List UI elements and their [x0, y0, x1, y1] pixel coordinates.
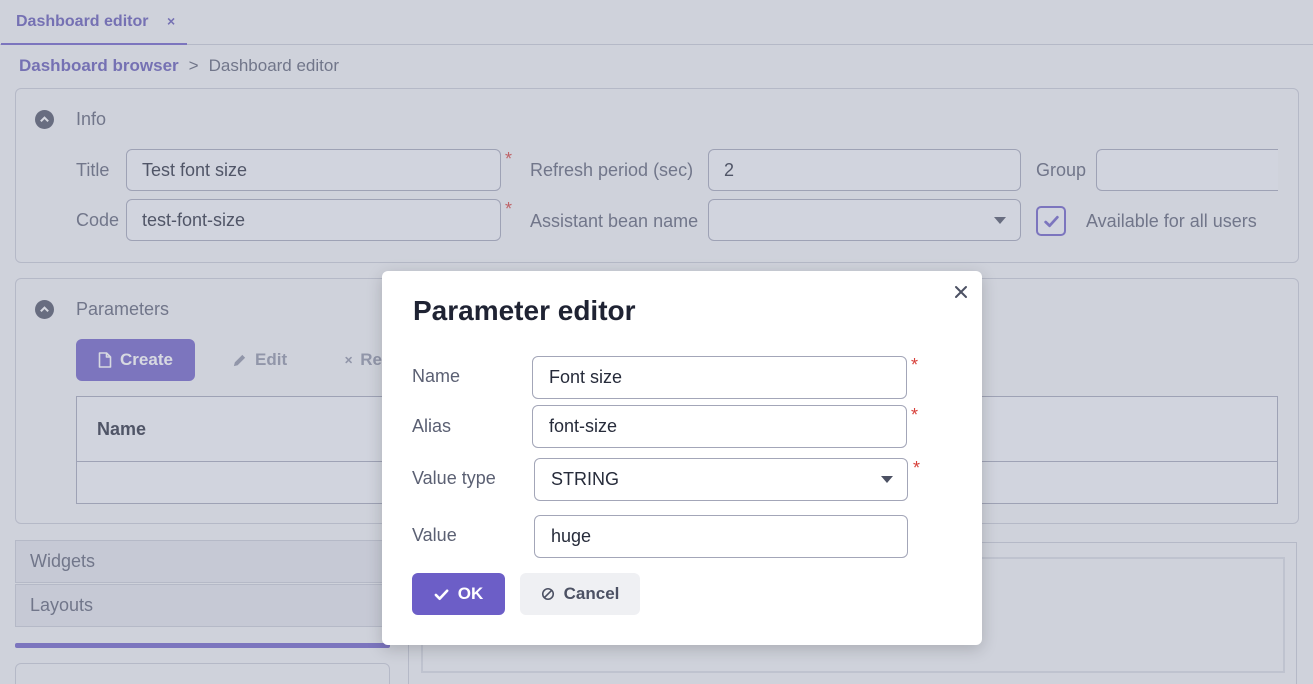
value-label: Value: [412, 525, 457, 545]
name-label: Name: [412, 366, 461, 386]
value-type-label: Value type: [412, 468, 496, 488]
cancel-button-label: Cancel: [563, 584, 620, 603]
name-value: Font size: [549, 367, 623, 387]
cancel-button[interactable]: Cancel: [520, 573, 640, 615]
value-value: huge: [551, 526, 592, 546]
value-type-value: STRING: [551, 469, 620, 489]
name-required-mark: *: [911, 355, 919, 375]
chevron-down-icon: [881, 476, 893, 483]
alias-label: Alias: [412, 416, 452, 436]
ok-button-label: OK: [457, 584, 484, 603]
ban-icon: [541, 587, 554, 601]
checkmark-icon: [434, 588, 449, 600]
alias-field[interactable]: font-size: [532, 405, 907, 448]
dialog-title: Parameter editor: [413, 295, 636, 326]
name-field[interactable]: Font size: [532, 356, 907, 399]
value-type-select[interactable]: STRING: [534, 458, 908, 501]
dashboard-editor-screen: Dashboard editor × Dashboard browser > D…: [0, 0, 1313, 684]
value-field[interactable]: huge: [534, 515, 908, 558]
alias-required-mark: *: [911, 405, 919, 425]
ok-button[interactable]: OK: [412, 573, 505, 615]
alias-value: font-size: [549, 416, 618, 436]
close-icon[interactable]: [953, 284, 969, 300]
value-type-required-mark: *: [913, 458, 921, 478]
parameter-editor-dialog: Parameter editor Name Font size * Alias …: [382, 271, 982, 645]
